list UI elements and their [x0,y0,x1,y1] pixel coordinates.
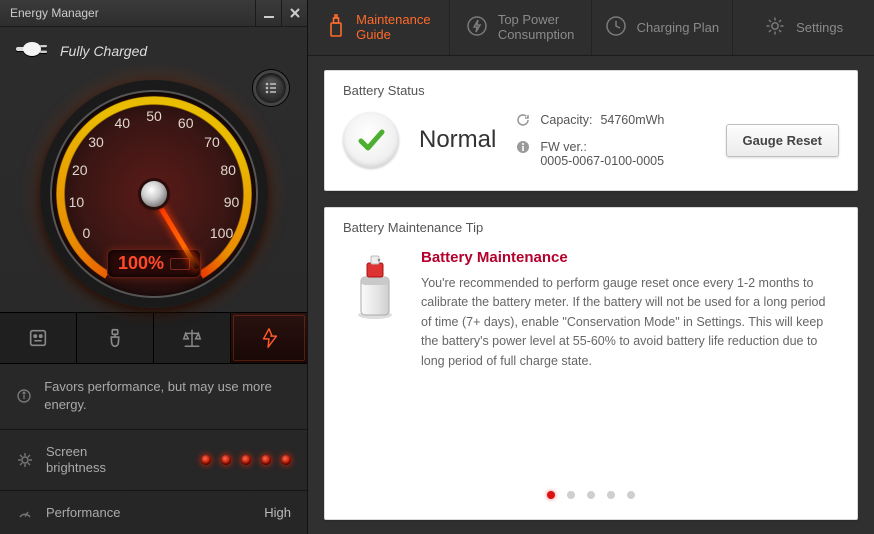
gauge-hub [141,181,167,207]
right-panel: Maintenance Guide Top Power Consumption … [308,0,874,534]
charge-status-text: Fully Charged [60,43,147,59]
gauge-tick-label: 30 [88,134,104,150]
spray-can-icon [326,14,346,41]
mode-tab-balanced[interactable] [0,313,77,363]
gauge-tick-label: 100 [210,225,233,241]
tab-top-power-consumption[interactable]: Top Power Consumption [450,0,592,55]
tab-label: Settings [796,20,843,35]
gauge-area: 100% 0102030405060708090100 [0,74,307,312]
gauge-tick-label: 20 [72,162,88,178]
tab-settings[interactable]: Settings [733,0,874,55]
pager-dot[interactable] [587,491,595,499]
gauge-tick-label: 10 [69,194,85,210]
mode-tab-scale[interactable] [154,313,231,363]
performance-row[interactable]: Performance High [0,491,307,534]
tip-title: Battery Maintenance [421,249,835,266]
gauge-tick-label: 40 [114,115,130,131]
percent-value: 100% [118,253,164,274]
charge-status-row: Fully Charged [0,27,307,74]
battery-status-card: Battery Status Normal Capacity: 54760mWh [324,70,858,191]
brightness-row[interactable]: Screen brightness [0,430,307,492]
fw-value: 0005-0067-0100-0005 [540,154,664,168]
main-tabs: Maintenance Guide Top Power Consumption … [308,0,874,56]
info-rows: Favors performance, but may use more ene… [0,364,307,534]
gauge-reset-button[interactable]: Gauge Reset [726,124,839,157]
tip-body-text: You're recommended to perform gauge rese… [421,274,835,371]
gauge-tick-label: 50 [146,108,162,124]
brightness-icon [16,453,34,467]
tab-label: Maintenance Guide [356,13,430,43]
performance-value: High [264,505,291,520]
battery-gauge: 100% 0102030405060708090100 [40,80,268,308]
mode-description: Favors performance, but may use more ene… [44,378,291,414]
gauge-mini-icon [16,506,34,520]
plug-icon [16,39,50,62]
gear-icon [764,15,786,40]
gauge-tick-label: 70 [204,134,220,150]
performance-label: Performance [46,505,120,520]
mode-description-row: Favors performance, but may use more ene… [0,364,307,429]
pager-dot[interactable] [627,491,635,499]
gauge-list-button[interactable] [253,70,289,106]
pager-dot[interactable] [567,491,575,499]
mode-tab-eco[interactable] [77,313,154,363]
left-panel: Energy Manager Fully Charged [0,0,308,534]
spray-can-graphic [347,249,403,371]
capacity-label: Capacity: [540,113,592,127]
titlebar: Energy Manager [0,0,307,27]
mode-tab-performance[interactable] [231,313,307,363]
status-ok-icon [343,112,399,168]
power-mode-tabs [0,312,307,364]
pager-dot[interactable] [547,491,555,499]
brightness-dots[interactable] [201,455,291,465]
info-icon [16,389,32,403]
bolt-icon [466,15,488,40]
tip-pager[interactable] [325,475,857,519]
gauge-tick-label: 90 [224,194,240,210]
brightness-label: Screen brightness [46,444,126,477]
tab-charging-plan[interactable]: Charging Plan [592,0,734,55]
battery-status-heading: Battery Status [325,71,857,108]
fw-label: FW ver.: [540,140,587,154]
pager-dot[interactable] [607,491,615,499]
tab-maintenance-guide[interactable]: Maintenance Guide [308,0,450,55]
content-area: Battery Status Normal Capacity: 54760mWh [308,56,874,534]
tab-label: Top Power Consumption [498,13,575,43]
battery-tip-card: Battery Maintenance Tip Battery Maintena… [324,207,858,520]
gauge-tick-label: 80 [220,162,236,178]
info-mini-icon [516,140,532,157]
clock-icon [605,15,627,40]
window-title: Energy Manager [10,6,99,20]
tip-heading: Battery Maintenance Tip [325,208,857,245]
battery-kv: Capacity: 54760mWh FW ver.: 0005-0067-01… [516,113,705,168]
refresh-icon [516,113,532,130]
capacity-value: 54760mWh [600,113,664,127]
battery-status-value: Normal [419,126,496,154]
close-button[interactable] [281,0,307,26]
tab-label: Charging Plan [637,20,719,35]
gauge-tick-label: 60 [178,115,194,131]
minimize-button[interactable] [255,0,281,26]
gauge-tick-label: 0 [83,225,91,241]
